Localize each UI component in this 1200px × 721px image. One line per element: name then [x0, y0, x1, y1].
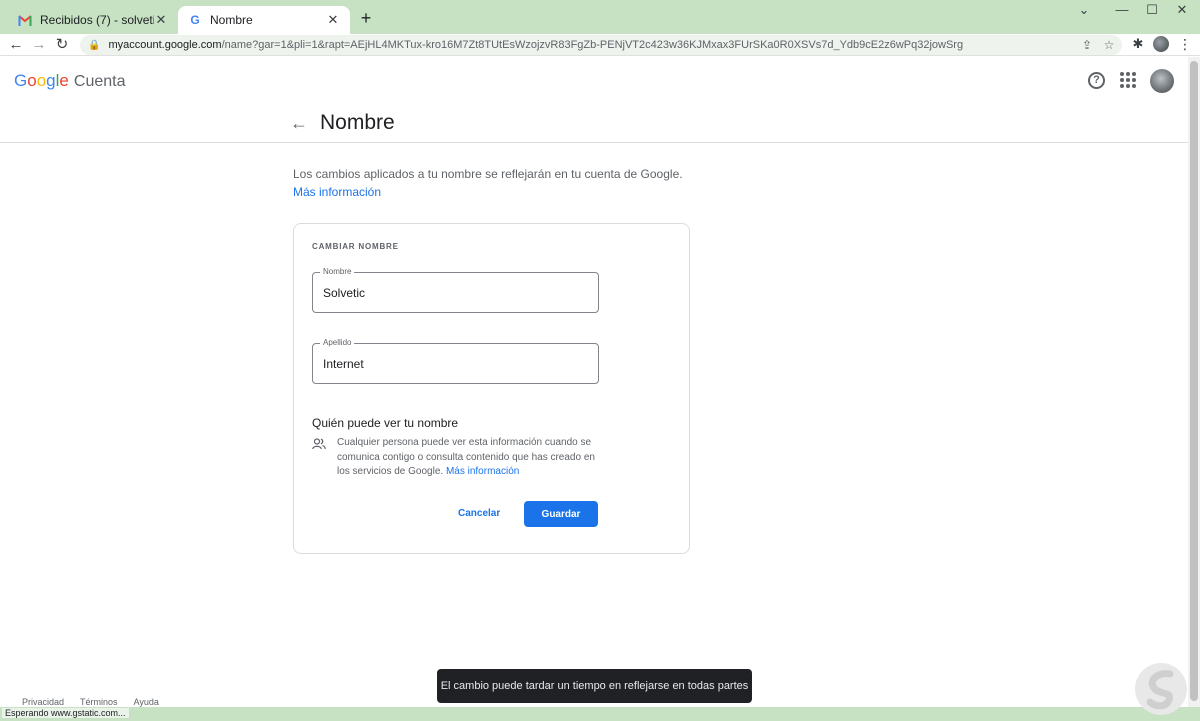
toast-text: El cambio puede tardar un tiempo en refl… [440, 680, 749, 692]
card-title: CAMBIAR NOMBRE [312, 242, 399, 251]
tab-nombre[interactable]: G Nombre ✕ [178, 6, 350, 34]
footer-link-help[interactable]: Ayuda [134, 697, 159, 707]
logo-letter: o [36, 71, 47, 90]
snackbar-toast: El cambio puede tardar un tiempo en refl… [437, 669, 752, 703]
page-scrollbar[interactable] [1188, 57, 1200, 707]
first-name-label: Nombre [320, 267, 355, 276]
new-tab-button[interactable]: + [356, 8, 376, 28]
tab-title: Recibidos (7) - solveticp1@gmail [40, 13, 154, 27]
last-name-label: Apellido [320, 338, 355, 347]
back-arrow-icon[interactable]: ← [290, 113, 310, 133]
url-path: /name?gar=1&pli=1&rapt=AEjHL4MKTux-kro16… [221, 39, 964, 51]
last-name-input[interactable] [323, 355, 583, 373]
logo-letter: e [59, 71, 69, 90]
footer-link-terms[interactable]: Términos [80, 697, 118, 707]
change-name-card: CAMBIAR NOMBRE Nombre Apellido Quién pue… [293, 223, 690, 554]
url-host: myaccount.google.com [108, 39, 222, 51]
extensions-icon[interactable]: ✱ [1130, 36, 1146, 52]
close-window-icon[interactable]: ✕ [1164, 2, 1200, 22]
tab-bar: Recibidos (7) - solveticp1@gmail ✕ G Nom… [0, 0, 1200, 34]
google-account-logo[interactable]: Google Cuenta [14, 71, 125, 91]
gmail-icon [18, 13, 32, 27]
share-icon[interactable]: ⇪ [1080, 38, 1094, 52]
first-name-field[interactable]: Nombre [312, 267, 599, 313]
close-tab-icon[interactable]: ✕ [154, 12, 168, 28]
intro-text: Los cambios aplicados a tu nombre se ref… [293, 167, 683, 181]
account-avatar[interactable] [1150, 69, 1174, 93]
google-icon: G [190, 13, 200, 27]
save-button[interactable]: Guardar [524, 501, 598, 527]
forward-icon[interactable]: → [30, 36, 48, 54]
page-title: Nombre [320, 111, 395, 134]
star-icon[interactable]: ☆ [1102, 38, 1116, 52]
apps-grid-icon[interactable] [1120, 72, 1136, 88]
visibility-description: Cualquier persona puede ver esta informa… [337, 436, 597, 480]
menu-icon[interactable]: ⋮ [1178, 36, 1192, 52]
lock-icon: 🔒 [88, 39, 101, 51]
logo-letter: g [46, 71, 56, 90]
profile-avatar-icon[interactable] [1153, 36, 1169, 52]
scrollbar-thumb[interactable] [1190, 61, 1198, 701]
logo-letter: o [27, 71, 37, 90]
tab-title: Nombre [210, 13, 253, 27]
back-icon[interactable]: ← [7, 36, 25, 54]
address-bar[interactable]: 🔒 myaccount.google.com/name?gar=1&pli=1&… [80, 35, 1122, 55]
browser-toolbar: ← → ↻ 🔒 myaccount.google.com/name?gar=1&… [0, 34, 1200, 56]
status-text: Esperando www.gstatic.com... [2, 708, 129, 718]
reload-icon[interactable]: ↻ [53, 36, 71, 54]
close-tab-icon[interactable]: ✕ [326, 12, 340, 28]
tab-search-icon[interactable]: ⌄ [1066, 2, 1102, 22]
tab-gmail[interactable]: Recibidos (7) - solveticp1@gmail ✕ [8, 6, 178, 34]
more-info-link[interactable]: Más información [293, 185, 381, 199]
logo-letter: G [14, 71, 28, 90]
people-icon [312, 438, 326, 450]
status-bar: Esperando www.gstatic.com... [0, 707, 1200, 721]
account-header: Google Cuenta ? ← Nombre [0, 57, 1188, 143]
help-icon[interactable]: ? [1088, 72, 1105, 89]
last-name-field[interactable]: Apellido [312, 338, 599, 384]
product-name: Cuenta [73, 73, 126, 90]
watermark-logo-icon [1135, 663, 1187, 715]
visibility-more-info-link[interactable]: Más información [446, 466, 519, 477]
first-name-input[interactable] [323, 284, 583, 302]
visibility-heading: Quién puede ver tu nombre [312, 416, 459, 430]
footer-links: Privacidad Términos Ayuda [22, 697, 159, 707]
footer-link-privacy[interactable]: Privacidad [22, 697, 64, 707]
cancel-button[interactable]: Cancelar [446, 502, 512, 526]
